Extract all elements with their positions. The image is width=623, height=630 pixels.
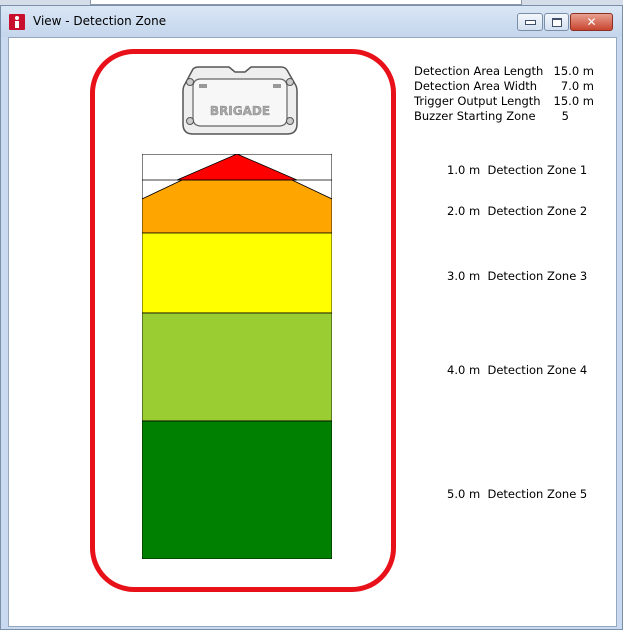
minimize-icon [524,19,536,25]
sensor-brand-text: BRIGADE [210,104,270,118]
info-value: 15.0 m [553,64,594,78]
info-row-width: Detection Area Width 7.0 m [414,79,594,94]
zone-distance: 5.0 m [447,487,481,501]
info-row-length: Detection Area Length 15.0 m [414,64,594,79]
zone-label-1: 1.0 m Detection Zone 1 [447,163,587,177]
zone-label-5: 5.0 m Detection Zone 5 [447,487,587,501]
info-label: Detection Area Width [414,79,538,93]
detection-zone-3-area [142,232,332,314]
detection-settings-panel: Detection Area Length 15.0 m Detection A… [414,64,594,124]
zone-label-4: 4.0 m Detection Zone 4 [447,363,587,377]
info-label: Buzzer Starting Zone [414,109,536,123]
info-value: 15.0 m [553,94,594,108]
minimize-button[interactable] [517,13,543,31]
info-row-trigger: Trigger Output Length 15.0 m [414,94,594,109]
info-label: Trigger Output Length [414,94,541,108]
close-icon: ✕ [586,15,597,29]
radar-sensor-image: BRIGADE [182,66,298,135]
zone-distance: 2.0 m [447,204,481,218]
title-bar[interactable]: View - Detection Zone ✕ [1,6,622,37]
zone-name: Detection Zone 1 [487,163,588,177]
zone-label-2: 2.0 m Detection Zone 2 [447,204,587,218]
detection-zone-4-area [142,312,332,422]
maximize-button[interactable] [544,13,569,31]
zone-distance: 1.0 m [447,163,481,177]
zone-name: Detection Zone 4 [487,363,588,377]
info-value: 5 [561,109,569,123]
info-row-buzzer: Buzzer Starting Zone 5 [414,109,594,124]
maximize-icon [551,17,562,27]
window-title: View - Detection Zone [33,14,167,28]
zone-distance: 3.0 m [447,269,481,283]
detection-zone-diagram [142,154,332,559]
info-value: 7.0 m [560,79,594,93]
detection-zone-window: View - Detection Zone ✕ BRIGADE Detectio… [0,5,623,630]
brigade-app-icon [9,14,25,30]
close-button[interactable]: ✕ [570,13,613,31]
detection-zone-canvas: BRIGADE Detection Area Length 15.0 m Det… [8,37,617,627]
detection-zone-5-area [142,420,332,559]
zone-name: Detection Zone 3 [487,269,588,283]
zone-label-3: 3.0 m Detection Zone 3 [447,269,587,283]
zone-distance: 4.0 m [447,363,481,377]
info-label: Detection Area Length [414,64,544,78]
zone-name: Detection Zone 5 [487,487,588,501]
zone-name: Detection Zone 2 [487,204,588,218]
